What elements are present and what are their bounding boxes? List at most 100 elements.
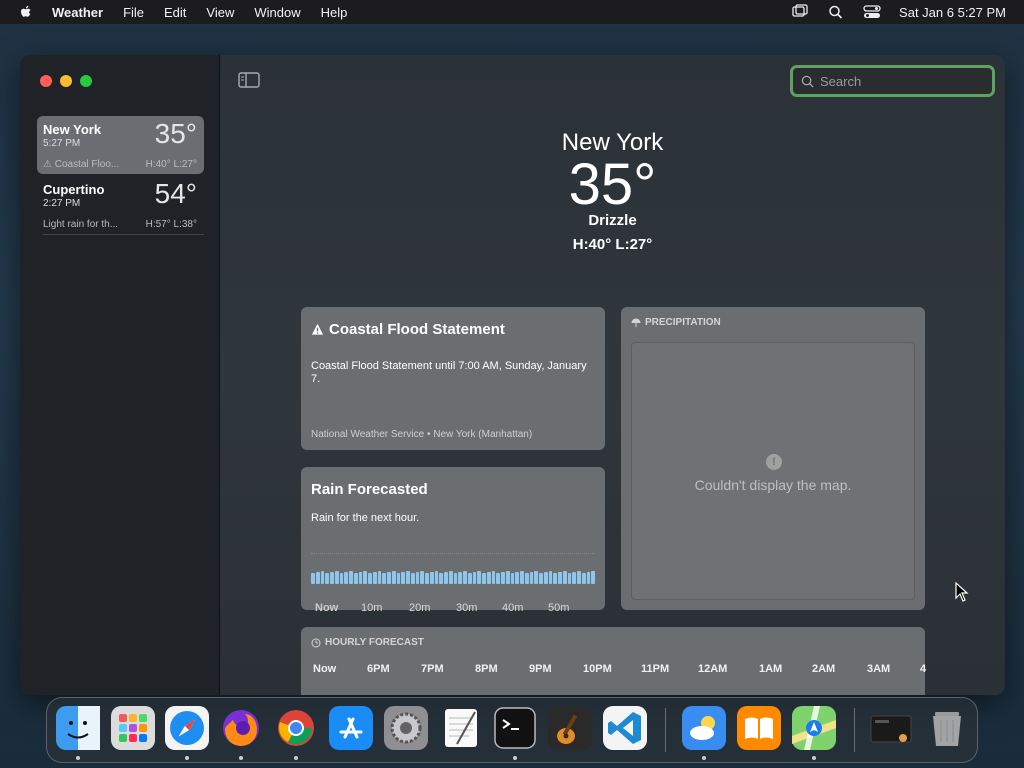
- trash-icon[interactable]: [925, 706, 969, 750]
- city-hl: H:40° L:27°: [145, 159, 197, 170]
- finder-icon[interactable]: [56, 706, 100, 750]
- menu-window[interactable]: Window: [254, 5, 300, 20]
- rain-tick: 40m: [502, 602, 524, 614]
- sidebar: New York 5:27 PM 35° ⚠ Coastal Floo... H…: [20, 55, 220, 695]
- rain-bar: [339, 573, 344, 584]
- rain-bar: [406, 571, 410, 584]
- search-field[interactable]: [790, 65, 995, 97]
- rain-bar: [415, 572, 420, 584]
- rain-bar: [382, 573, 386, 584]
- rain-bar: [482, 573, 486, 584]
- flood-body: Coastal Flood Statement until 7:00 AM, S…: [311, 360, 587, 386]
- rain-bar: [505, 571, 510, 584]
- menu-file[interactable]: File: [123, 5, 144, 20]
- hourly-header-text: HOURLY FORECAST: [325, 637, 424, 648]
- rain-bar: [349, 571, 353, 584]
- weather-window: New York 5:27 PM 35° ⚠ Coastal Floo... H…: [20, 55, 1005, 695]
- mouse-cursor-icon: [955, 582, 969, 602]
- dock-separator: [854, 708, 855, 752]
- rain-bar: [577, 571, 581, 584]
- launchpad-icon[interactable]: [111, 706, 155, 750]
- search-icon: [801, 75, 814, 88]
- running-indicator: [812, 756, 816, 760]
- rain-bar: [543, 572, 548, 584]
- vscode-icon[interactable]: [603, 706, 647, 750]
- divider: [43, 234, 204, 235]
- dock: [46, 697, 978, 763]
- sidebar-toggle-icon[interactable]: [238, 72, 260, 88]
- system-settings-icon[interactable]: [384, 706, 428, 750]
- current-hl: H:40° L:27°: [572, 236, 653, 253]
- hour-label: 9PM: [529, 663, 552, 675]
- close-button[interactable]: [40, 75, 52, 87]
- spotlight-search-icon[interactable]: [827, 4, 845, 20]
- rain-bar: [567, 573, 572, 584]
- app-store-icon[interactable]: [329, 706, 373, 750]
- city-hl: H:57° L:38°: [145, 219, 197, 230]
- rain-bar: [315, 572, 320, 584]
- search-input[interactable]: [820, 73, 980, 89]
- rain-bar: [591, 571, 595, 584]
- precip-map[interactable]: ! Couldn't display the map.: [631, 342, 915, 600]
- hourly-forecast-card[interactable]: HOURLY FORECAST Now 6PM 7PM 8PM 9PM 10PM…: [301, 627, 927, 695]
- menu-edit[interactable]: Edit: [164, 5, 186, 20]
- hourly-header: HOURLY FORECAST: [311, 637, 915, 648]
- rain-bar: [434, 571, 439, 584]
- books-icon[interactable]: [737, 706, 781, 750]
- rain-bar: [311, 573, 315, 584]
- rain-bar: [320, 571, 325, 584]
- rain-forecast-card[interactable]: Rain Forecasted Rain for the next hour. …: [301, 467, 605, 614]
- textedit-icon[interactable]: [439, 706, 483, 750]
- hour-label: 8PM: [475, 663, 498, 675]
- weather-icon[interactable]: [682, 706, 726, 750]
- hour-label: 2AM: [812, 663, 836, 675]
- hour-label: 4: [920, 663, 927, 675]
- menu-app-name[interactable]: Weather: [52, 5, 103, 20]
- rain-gridline: [311, 553, 595, 554]
- maps-icon[interactable]: [792, 706, 836, 750]
- rain-title: Rain Forecasted: [311, 481, 428, 498]
- menu-help[interactable]: Help: [321, 5, 348, 20]
- rain-bar: [353, 573, 358, 584]
- umbrella-icon: [631, 318, 641, 327]
- main-content: New York 35° Drizzle H:40° L:27° Coastal…: [220, 55, 1005, 695]
- menu-clock[interactable]: Sat Jan 6 5:27 PM: [899, 5, 1006, 20]
- rain-bar: [429, 572, 434, 584]
- city-condition: Light rain for th...: [43, 219, 119, 230]
- info-icon: !: [766, 454, 782, 470]
- rain-bar: [491, 571, 496, 584]
- apple-icon[interactable]: [18, 4, 34, 20]
- safari-icon[interactable]: [165, 706, 209, 750]
- screen-mirroring-icon[interactable]: [791, 4, 809, 20]
- menu-view[interactable]: View: [206, 5, 234, 20]
- preview-icon[interactable]: [869, 706, 913, 750]
- rain-bar: [524, 573, 529, 584]
- running-indicator: [239, 756, 243, 760]
- flood-alert-card[interactable]: Coastal Flood Statement Coastal Flood St…: [301, 307, 605, 450]
- city-temp: 35°: [154, 118, 197, 149]
- rain-bar: [539, 573, 543, 584]
- zoom-button[interactable]: [80, 75, 92, 87]
- hour-label: 1AM: [759, 663, 783, 675]
- city-item-cupertino[interactable]: Cupertino 2:27 PM 54° Light rain for th.…: [37, 176, 204, 235]
- terminal-icon[interactable]: [493, 706, 537, 750]
- rain-bar: [420, 571, 424, 584]
- chrome-icon[interactable]: [274, 706, 318, 750]
- precipitation-card[interactable]: PRECIPITATION ! Couldn't display the map…: [621, 307, 925, 610]
- minimize-button[interactable]: [60, 75, 72, 87]
- garageband-icon[interactable]: [548, 706, 592, 750]
- rain-bars: [311, 569, 595, 584]
- rain-bar: [510, 573, 515, 584]
- city-item-new-york[interactable]: New York 5:27 PM 35° ⚠ Coastal Floo... H…: [37, 116, 204, 174]
- control-center-icon[interactable]: [863, 4, 881, 20]
- rain-bar: [581, 573, 586, 584]
- rain-body: Rain for the next hour.: [311, 512, 420, 524]
- precip-header-text: PRECIPITATION: [645, 317, 721, 328]
- flood-title-text: Coastal Flood Statement: [329, 321, 505, 338]
- firefox-icon[interactable]: [219, 706, 263, 750]
- window-controls: [40, 75, 92, 87]
- menu-bar: Weather File Edit View Window Help Sat J…: [0, 0, 1024, 24]
- precip-header: PRECIPITATION: [631, 317, 915, 328]
- rain-bar: [458, 572, 462, 584]
- rain-bar: [501, 572, 505, 584]
